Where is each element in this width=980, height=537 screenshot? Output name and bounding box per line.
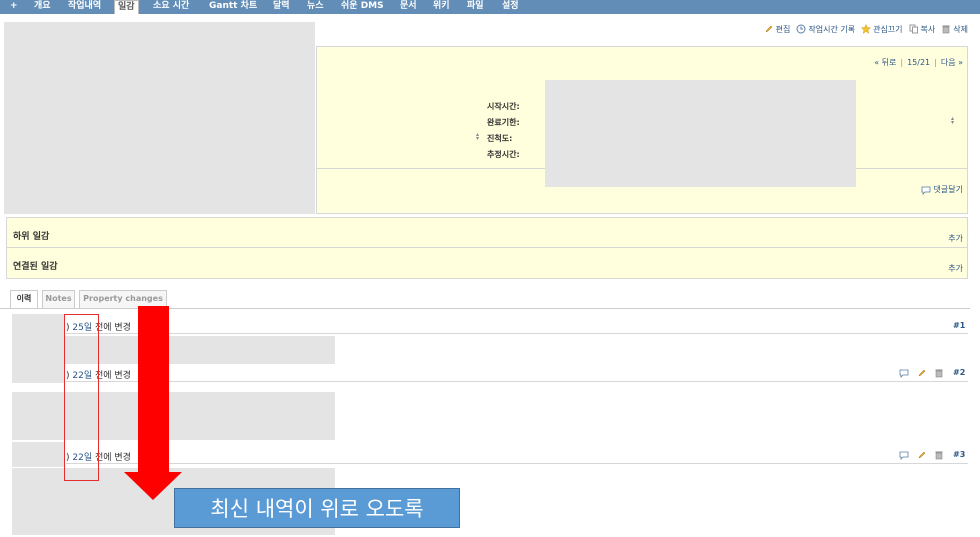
delete-note-trash-icon[interactable] (934, 450, 944, 460)
edit-note-pencil-icon[interactable] (917, 368, 927, 378)
delete-label: 삭제 (953, 24, 968, 34)
trash-icon (942, 25, 950, 34)
quote-comment-icon[interactable] (899, 450, 909, 460)
tab-issues[interactable]: 일감 (114, 0, 139, 14)
down-arrow-annotation (138, 306, 169, 474)
edit-label: 편집 (775, 24, 791, 34)
estimated-time-label: 추정시간: (487, 150, 520, 159)
issue-details: « 뒤로 | 15/21 | 다음 » 시작시간: 완료기한: 진척도: 추정시간: ▴… (316, 46, 968, 214)
pager-position: 15/21 (907, 58, 931, 67)
annotation-callout: 최신 내역이 위로 오도록 (174, 488, 460, 528)
redacted-area (4, 22, 315, 214)
resize-handle-icon[interactable]: ▴ ▾ (951, 116, 957, 126)
delete-link[interactable]: 삭제 (941, 24, 968, 35)
edit-link[interactable]: 편집 (764, 24, 791, 35)
new-object-button[interactable]: + (10, 0, 18, 14)
due-date-label: 완료기한: (487, 118, 520, 127)
journal-divider (66, 463, 968, 464)
quote-comment-icon[interactable] (899, 368, 909, 378)
tab-files[interactable]: 파일 (467, 0, 484, 14)
reply-link[interactable]: 댓글달기 (921, 184, 963, 195)
unwatch-label: 관심끄기 (873, 24, 903, 34)
tab-notes[interactable]: Notes (42, 290, 75, 308)
divider (856, 168, 968, 169)
unwatch-link[interactable]: 관심끄기 (861, 24, 903, 35)
subtasks-title: 하위 일감 (13, 232, 50, 242)
redacted-author (12, 314, 65, 336)
next-link[interactable]: 다음 » (941, 58, 963, 67)
redacted-attribute-values (545, 80, 856, 187)
subtasks-section: 하위 일감 추가 (6, 217, 968, 249)
project-menu: + 개요 작업내역 일감 소요 시간 Gantt 차트 달력 뉴스 쉬운 DMS… (0, 0, 980, 14)
journal-divider (66, 333, 968, 334)
journal-divider (66, 381, 968, 382)
copy-icon (909, 24, 918, 34)
relations-title: 연결된 일감 (13, 262, 58, 272)
tab-news[interactable]: 뉴스 (307, 0, 324, 14)
add-subtask-link[interactable]: 추가 (948, 233, 963, 244)
journal-number-link[interactable]: #1 (953, 321, 965, 330)
redacted-author (12, 442, 65, 467)
pencil-icon (765, 25, 772, 33)
star-icon (861, 24, 872, 34)
clock-icon (796, 24, 806, 34)
log-time-link[interactable]: 작업시간 기록 (796, 24, 855, 35)
issue-pager: « 뒤로 | 15/21 | 다음 » (874, 58, 963, 67)
tab-overview[interactable]: 개요 (34, 0, 51, 14)
tab-calendar[interactable]: 달력 (273, 0, 290, 14)
done-ratio-label: 진척도: (487, 134, 513, 143)
resize-handle-icon[interactable]: ▴ ▾ (476, 132, 482, 142)
divider (317, 168, 545, 169)
contextual-actions: 편집 작업시간 기록 관심끄기 복사 삭제 (764, 23, 968, 35)
previous-link[interactable]: « 뒤로 (874, 58, 896, 67)
journal-number-link[interactable]: #3 (953, 450, 965, 459)
tab-history[interactable]: 이력 (10, 290, 38, 309)
journal-number-link[interactable]: #2 (953, 368, 965, 377)
delete-note-trash-icon[interactable] (934, 368, 944, 378)
copy-link[interactable]: 복사 (909, 24, 936, 35)
add-relation-link[interactable]: 추가 (948, 263, 963, 274)
highlight-box (64, 314, 99, 481)
tab-easy-dms[interactable]: 쉬운 DMS (341, 0, 384, 14)
reply-label: 댓글달기 (933, 185, 963, 194)
relations-section: 연결된 일감 추가 (6, 247, 968, 279)
tab-activity[interactable]: 작업내역 (68, 0, 101, 14)
start-date-label: 시작시간: (487, 102, 520, 111)
copy-label: 복사 (920, 24, 936, 34)
redacted-author (12, 357, 65, 383)
edit-note-pencil-icon[interactable] (917, 450, 927, 460)
redacted-journal-details (12, 392, 335, 440)
tab-settings[interactable]: 설정 (502, 0, 519, 14)
tab-spent-time[interactable]: 소요 시간 (153, 0, 189, 14)
log-time-label: 작업시간 기록 (808, 24, 856, 34)
tab-gantt[interactable]: Gantt 차트 (209, 0, 257, 14)
tab-wiki[interactable]: 위키 (433, 0, 450, 14)
comment-icon (921, 186, 930, 195)
tab-documents[interactable]: 문서 (400, 0, 417, 14)
